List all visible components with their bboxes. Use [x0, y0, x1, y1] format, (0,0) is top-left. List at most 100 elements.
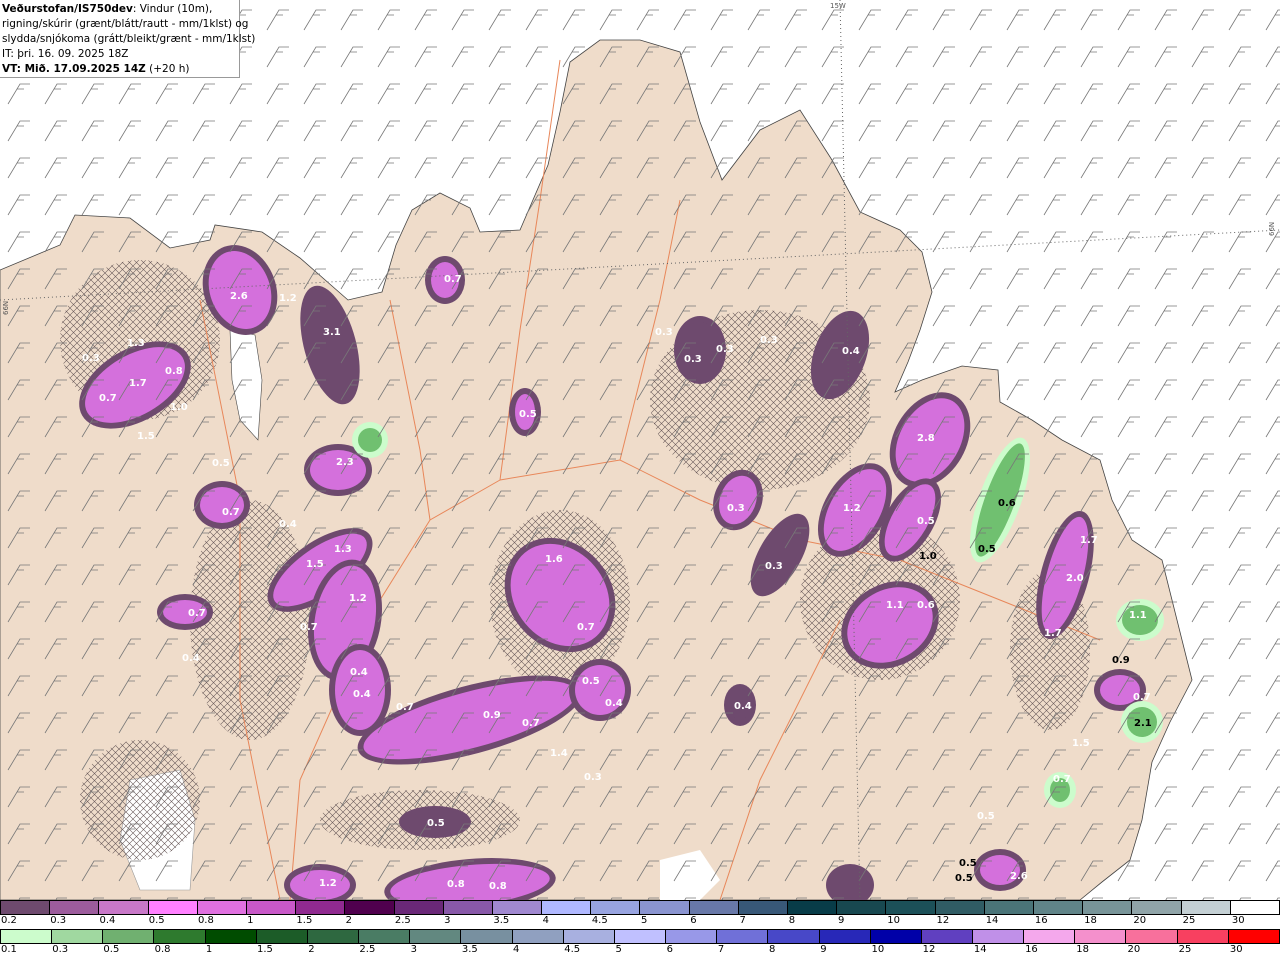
source-title: Veðurstofan/IS750dev	[2, 3, 133, 15]
colorbar-tick: 20	[1127, 944, 1141, 955]
colorbar-tick: 18	[1084, 915, 1097, 926]
colorbar-tick: 7	[717, 944, 725, 955]
precip-value-label: 0.5	[955, 873, 973, 884]
precip-value-label: 1.7	[129, 378, 147, 389]
colorbar-cell	[52, 929, 104, 944]
colorbar-tick: 20	[1133, 915, 1147, 926]
precip-value-label: 0.7	[188, 608, 206, 619]
colorbar-tick: 7	[739, 915, 746, 926]
colorbar-tick: 6	[690, 915, 697, 926]
precip-value-label: 0.3	[716, 344, 734, 355]
colorbar-tick: 2	[308, 944, 315, 955]
weather-map[interactable]: 15W 66N 66N 0.3 1.3 1.7 0.8 0.7 1.0 1.5 0.5 0.7 0…	[0, 0, 1280, 900]
precip-value-label: 1.5	[306, 559, 324, 570]
precip-value-label: 0.5	[582, 676, 600, 687]
colorbar-tick: 16	[1034, 915, 1048, 926]
colorbar-tick: 5	[641, 915, 648, 926]
colorbar-tick: 2.5	[394, 915, 411, 926]
colorbar-tick: 4.5	[564, 944, 581, 955]
colorbar-tick: 9	[820, 944, 827, 955]
precip-value-label: 0.7	[222, 507, 240, 518]
colorbar-cell	[154, 929, 206, 944]
colorbar-cell	[512, 929, 564, 944]
precip-value-label: 0.3	[727, 503, 745, 514]
precip-value-label: 1.2	[843, 503, 861, 514]
precip-value-label: 0.4	[279, 519, 297, 530]
colorbar-cell	[1177, 929, 1229, 944]
colorbar-cell	[921, 929, 973, 944]
colorbar-cell	[410, 929, 462, 944]
precip-value-label: 0.5	[959, 858, 977, 869]
colorbar-cell	[50, 900, 100, 915]
colorbar-cell	[394, 900, 444, 915]
valid-time: VT: Mið. 17.09.2025 14Z	[2, 63, 146, 75]
precip-value-label: 0.3	[655, 327, 673, 338]
precip-value-label: 2.1	[1134, 718, 1152, 729]
colorbar-cell	[614, 929, 667, 944]
colorbar-cell	[296, 900, 346, 915]
colorbar-cell	[359, 929, 411, 944]
colorbar-cell	[788, 900, 838, 915]
colorbar-cell	[837, 900, 887, 915]
colorbar-cell	[935, 900, 985, 915]
lead-time: (+20 h)	[145, 63, 190, 75]
colorbar-cell	[461, 929, 513, 944]
precip-value-label: 0.7	[1133, 692, 1151, 703]
colorbar-tick: 12	[936, 915, 950, 926]
colorbar-cell	[0, 900, 51, 915]
colorbar-cell	[563, 929, 615, 944]
colorbar-tick: 10	[887, 915, 900, 926]
precip-value-label: 1.7	[1080, 535, 1098, 546]
precip-value-label: 0.7	[396, 702, 414, 713]
precip-value-label: 1.6	[545, 554, 563, 565]
precip-value-label: 0.9	[483, 710, 501, 721]
colorbar-tick: 12	[922, 944, 936, 955]
colorbar-cell	[148, 900, 198, 915]
colorbar-tick: 1	[247, 915, 254, 926]
precip-value-label: 0.5	[212, 458, 230, 469]
colorbar-cell	[1083, 900, 1133, 915]
precip-value-label: 0.8	[447, 879, 465, 890]
colorbar-tick: 14	[973, 944, 987, 955]
colorbar-cell	[542, 900, 592, 915]
colorbar-tick: 4	[542, 915, 549, 926]
colorbar-cell	[689, 900, 739, 915]
precip-value-label: 2.3	[336, 457, 354, 468]
colorbar-tick: 4	[513, 944, 520, 955]
precip-value-label: 0.5	[519, 409, 537, 420]
precip-value-label: 3.1	[323, 327, 341, 338]
colorbar-tick: 1	[205, 944, 213, 955]
snow-colorbar	[0, 900, 1280, 915]
precip-value-label: 0.8	[165, 366, 183, 377]
rain-colorbar-ticks: 0.1 0.3 0.5 0.8 1 1.5 2 2.5 3 3.5 4 4.5 5 6 7 8 9 10 12 14 1…	[0, 944, 1280, 958]
colorbar-cell	[972, 929, 1025, 944]
precip-value-label: 0.5	[427, 818, 445, 829]
precip-value-label: 1.1	[886, 600, 904, 611]
precip-value-label: 0.6	[917, 600, 935, 611]
colorbar-cell	[307, 929, 360, 944]
precip-value-label: 1.3	[127, 338, 145, 349]
colorbar-cell	[870, 929, 922, 944]
colorbar-cell	[819, 929, 871, 944]
precip-value-label: 0.7	[300, 622, 318, 633]
precip-value-label: 1.0	[919, 551, 937, 562]
colorbar-cell	[717, 929, 769, 944]
lat-label-left: 66N	[2, 301, 10, 315]
colorbar-tick: 5	[615, 944, 622, 955]
wind-barbs	[0, 0, 1280, 900]
precip-value-label: 1.7	[1044, 628, 1062, 639]
precip-value-label: 0.3	[760, 335, 778, 346]
colorbar-cell	[103, 929, 155, 944]
precip-value-label: 1.1	[1129, 610, 1147, 621]
precip-value-label: 0.4	[353, 689, 371, 700]
colorbar-tick: 1.5	[257, 944, 273, 955]
colorbar-cell	[640, 900, 690, 915]
colorbar-cell	[197, 900, 247, 915]
desc-line1: : Vindur (10m),	[132, 3, 213, 15]
snow-colorbar-ticks: 0.2 0.3 0.4 0.5 0.8 1 1.5 2 2.5 3 3.5 4 4.5 5 6 7 8 9 10 12…	[0, 915, 1280, 929]
precip-value-label: 0.7	[522, 718, 540, 729]
precip-value-label: 0.3	[684, 354, 702, 365]
colorbar-cell	[1075, 929, 1127, 944]
colorbar-tick: 10	[871, 944, 885, 955]
colorbar-tick: 8	[769, 944, 776, 955]
